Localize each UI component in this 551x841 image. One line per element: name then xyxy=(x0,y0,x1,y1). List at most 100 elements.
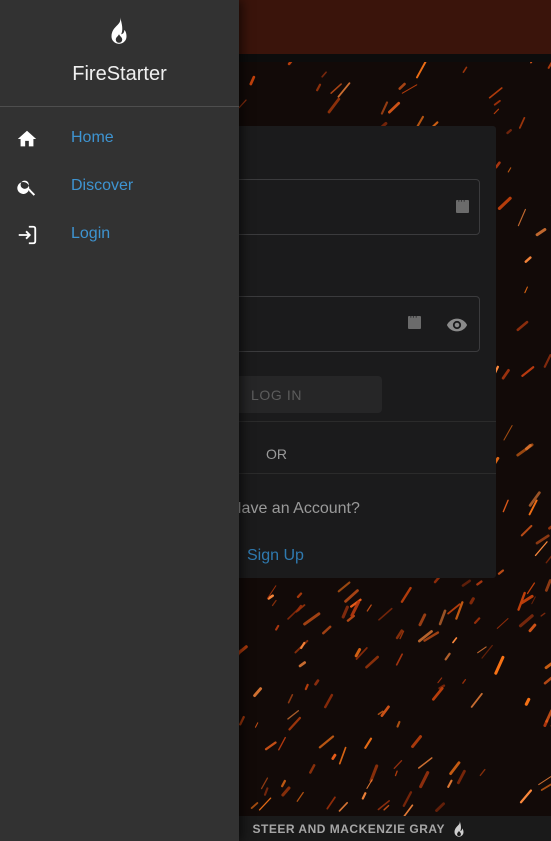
spark xyxy=(396,720,401,728)
spark xyxy=(395,653,403,666)
spark xyxy=(545,709,551,723)
spark xyxy=(388,101,401,114)
spark xyxy=(473,617,481,624)
spark xyxy=(402,791,413,807)
spark xyxy=(540,612,546,617)
spark xyxy=(419,771,430,789)
nav-item-label: Login xyxy=(71,225,111,242)
spark xyxy=(521,366,535,377)
spark xyxy=(253,687,263,698)
spark xyxy=(296,791,304,802)
spark xyxy=(304,683,309,691)
spark xyxy=(324,693,334,709)
spark xyxy=(400,586,412,603)
spark xyxy=(503,425,513,441)
spark xyxy=(260,777,269,790)
login-button-label: LOG IN xyxy=(251,387,303,403)
spark xyxy=(338,746,347,765)
spark xyxy=(281,786,291,797)
spark xyxy=(494,161,501,169)
spark xyxy=(393,760,403,770)
spark xyxy=(477,646,487,654)
spark xyxy=(501,368,510,380)
spark xyxy=(449,761,461,776)
eye-icon[interactable] xyxy=(445,314,469,336)
spark xyxy=(250,802,259,809)
nav-item-home[interactable]: Home xyxy=(0,114,239,162)
spark xyxy=(518,614,534,628)
spark xyxy=(366,604,372,612)
spark xyxy=(249,75,256,86)
spark xyxy=(278,736,286,751)
spark xyxy=(341,605,349,619)
spark xyxy=(437,677,443,684)
spark xyxy=(462,679,467,684)
spark xyxy=(496,618,509,629)
spark xyxy=(462,66,468,73)
spark xyxy=(535,228,547,237)
spark xyxy=(369,764,379,783)
spark xyxy=(416,115,425,128)
spark xyxy=(403,804,414,817)
spark xyxy=(494,655,505,675)
spark xyxy=(287,694,294,704)
spark xyxy=(524,256,532,263)
spark xyxy=(377,800,390,811)
nav-item-login[interactable]: Login xyxy=(0,210,239,258)
spark xyxy=(296,592,303,599)
spark xyxy=(238,99,247,109)
spark xyxy=(520,524,533,537)
spark xyxy=(380,101,389,115)
footer-credits: STEER AND MACKENZIE GRAY xyxy=(252,821,445,836)
spark xyxy=(365,655,379,669)
app-title: FireStarter xyxy=(72,63,167,85)
spark xyxy=(497,196,512,210)
spark xyxy=(518,116,526,129)
spark xyxy=(321,71,327,78)
spark xyxy=(447,779,453,788)
flame-icon xyxy=(454,820,464,837)
drawer-divider xyxy=(0,106,239,107)
spark xyxy=(493,99,501,106)
spark xyxy=(545,555,551,564)
spark xyxy=(543,354,551,368)
spark xyxy=(488,87,503,99)
spark xyxy=(309,764,316,774)
spark xyxy=(452,637,458,644)
spark xyxy=(401,84,418,94)
no-account-text: Have an Account? xyxy=(230,500,360,517)
spark xyxy=(314,679,320,686)
spark xyxy=(470,692,483,708)
spark xyxy=(337,581,351,593)
spark xyxy=(354,648,362,658)
password-manager-icon[interactable] xyxy=(456,195,469,213)
spark xyxy=(461,579,472,587)
spark xyxy=(456,769,466,785)
password-manager-icon[interactable] xyxy=(408,311,421,329)
spark xyxy=(300,641,306,650)
spark xyxy=(444,652,451,661)
spark xyxy=(287,62,293,66)
spark xyxy=(326,796,336,810)
flame-icon xyxy=(111,17,127,44)
signup-link[interactable]: Sign Up xyxy=(247,547,304,565)
spark xyxy=(344,589,359,603)
spark xyxy=(438,609,447,626)
or-separator-text: OR xyxy=(266,446,287,462)
nav-item-discover[interactable]: Discover xyxy=(0,162,239,210)
spark xyxy=(538,776,551,786)
spark xyxy=(524,697,531,706)
spark xyxy=(497,569,505,575)
spark xyxy=(258,797,272,811)
spark xyxy=(502,499,509,513)
spark xyxy=(544,662,551,670)
spark xyxy=(318,735,335,749)
spark xyxy=(346,614,355,622)
spark xyxy=(298,661,307,668)
spark xyxy=(288,716,302,731)
spark xyxy=(544,579,551,592)
spark xyxy=(383,804,390,811)
login-button[interactable]: LOG IN xyxy=(220,376,382,413)
spark xyxy=(530,62,533,64)
spark xyxy=(531,596,536,605)
